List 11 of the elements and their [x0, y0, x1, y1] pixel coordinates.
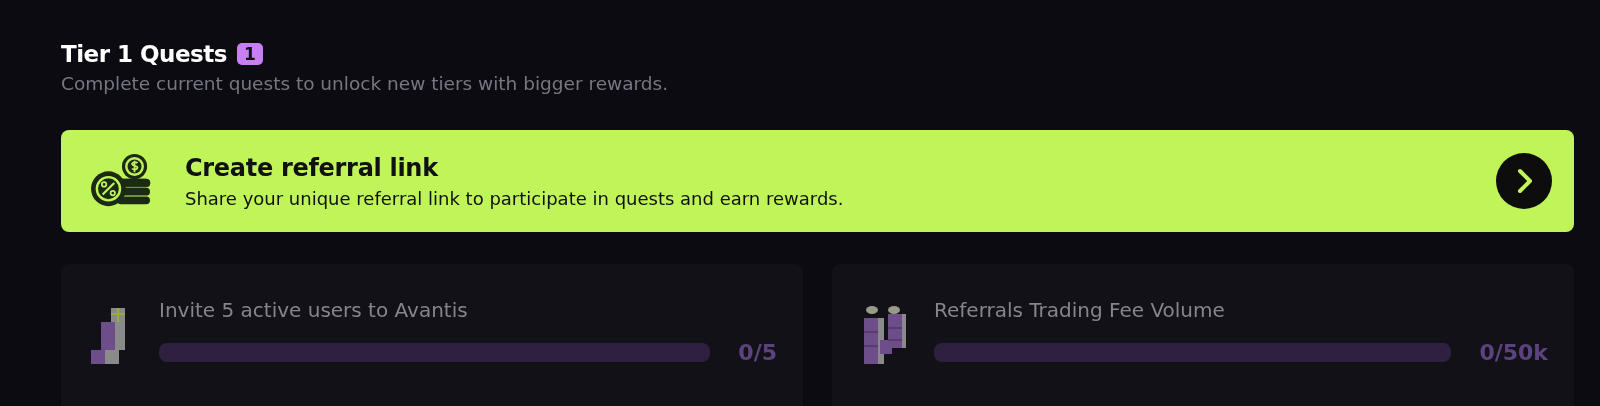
- section-title: Tier 1 Quests: [61, 41, 227, 67]
- progress-count: 0/50k: [1479, 340, 1548, 365]
- tier-badge: 1: [236, 43, 263, 65]
- banner-description: Share your unique referral link to participate in quests and earn rewards.: [185, 187, 845, 209]
- quest-title: Invite 5 active users to Avantis: [159, 298, 469, 322]
- chevron-right-button[interactable]: [1496, 153, 1552, 209]
- referral-banner[interactable]: Create referral link Share your unique referral link to participate in quests and earn rewards.: [61, 130, 1574, 232]
- section-subtitle: Complete current quests to unlock new tiers with bigger rewards.: [61, 73, 670, 94]
- banner-title: Create referral link: [185, 153, 440, 182]
- quest-title: Referrals Trading Fee Volume: [934, 298, 1226, 322]
- progress-count: 0/5: [738, 340, 777, 365]
